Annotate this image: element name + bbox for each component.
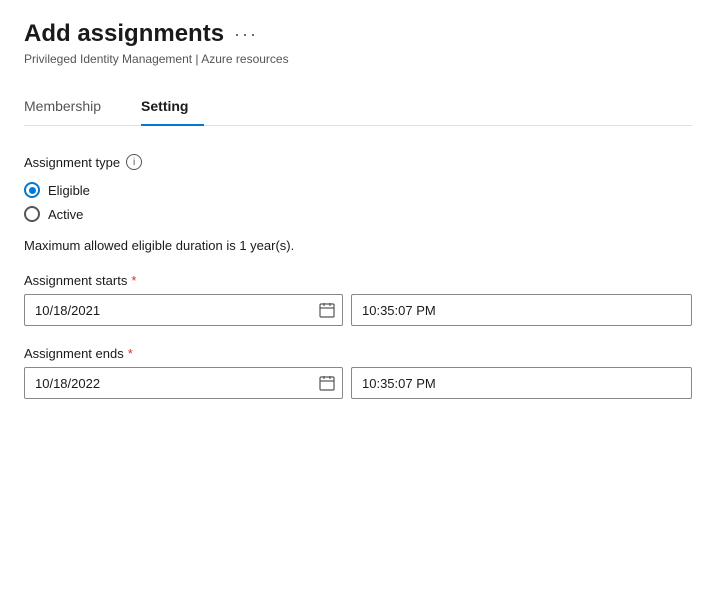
tabs-container: Membership Setting bbox=[24, 90, 692, 126]
more-menu-icon[interactable]: ··· bbox=[234, 24, 258, 45]
assignment-starts-inputs bbox=[24, 294, 692, 326]
radio-eligible-indicator bbox=[24, 182, 40, 198]
radio-eligible[interactable]: Eligible bbox=[24, 182, 692, 198]
assignment-ends-label: Assignment ends * bbox=[24, 346, 692, 361]
assignment-starts-date-wrapper bbox=[24, 294, 343, 326]
assignment-ends-time-input[interactable] bbox=[351, 367, 692, 399]
radio-active-indicator bbox=[24, 206, 40, 222]
tab-membership[interactable]: Membership bbox=[24, 90, 117, 126]
assignment-ends-group: Assignment ends * bbox=[24, 346, 692, 399]
assignment-ends-date-wrapper bbox=[24, 367, 343, 399]
radio-active-label: Active bbox=[48, 207, 83, 222]
breadcrumb: Privileged Identity Management | Azure r… bbox=[24, 52, 692, 66]
notice-text: Maximum allowed eligible duration is 1 y… bbox=[24, 238, 692, 253]
page-title: Add assignments bbox=[24, 20, 224, 48]
assignment-ends-required: * bbox=[128, 346, 133, 361]
assignment-starts-label: Assignment starts * bbox=[24, 273, 692, 288]
tab-setting[interactable]: Setting bbox=[141, 90, 204, 126]
assignment-starts-group: Assignment starts * bbox=[24, 273, 692, 326]
assignment-starts-calendar-icon[interactable] bbox=[319, 302, 335, 318]
assignment-type-section: Assignment type i Eligible Active bbox=[24, 154, 692, 222]
assignment-ends-inputs bbox=[24, 367, 692, 399]
assignment-type-label: Assignment type i bbox=[24, 154, 692, 170]
header-section: Add assignments ··· bbox=[24, 20, 692, 48]
assignment-ends-calendar-icon[interactable] bbox=[319, 375, 335, 391]
radio-eligible-label: Eligible bbox=[48, 183, 90, 198]
assignment-ends-date-input[interactable] bbox=[24, 367, 343, 399]
radio-active[interactable]: Active bbox=[24, 206, 692, 222]
assignment-starts-date-input[interactable] bbox=[24, 294, 343, 326]
radio-group: Eligible Active bbox=[24, 182, 692, 222]
assignment-starts-required: * bbox=[131, 273, 136, 288]
assignment-starts-time-input[interactable] bbox=[351, 294, 692, 326]
assignment-type-info-icon[interactable]: i bbox=[126, 154, 142, 170]
setting-form: Assignment type i Eligible Active Maximu… bbox=[24, 154, 692, 399]
